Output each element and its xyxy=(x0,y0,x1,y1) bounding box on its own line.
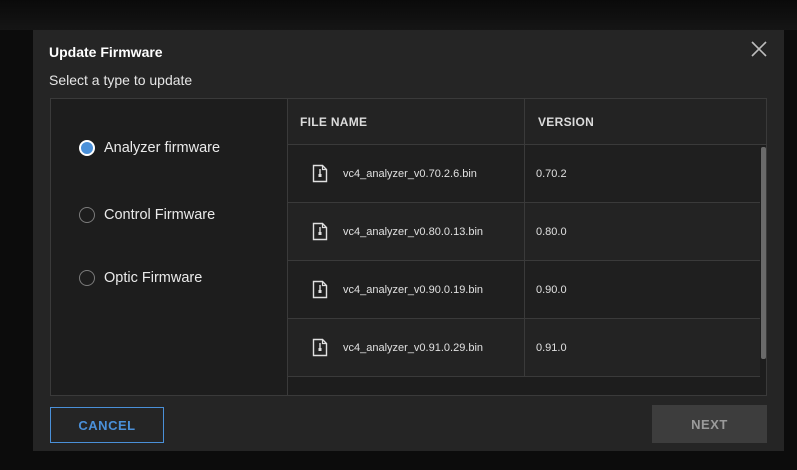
radio-control-firmware[interactable]: Control Firmware xyxy=(79,207,215,223)
column-divider xyxy=(524,319,525,377)
file-icon xyxy=(312,164,328,183)
firmware-file-table: FILE NAME VERSION vc4_analyzer_v0.70.2.6… xyxy=(287,98,767,396)
file-icon xyxy=(312,280,328,299)
file-name: vc4_analyzer_v0.80.0.13.bin xyxy=(343,226,484,238)
radio-unchecked-icon xyxy=(79,207,95,223)
file-icon xyxy=(312,338,328,357)
file-icon xyxy=(312,222,328,241)
radio-label: Control Firmware xyxy=(104,207,216,223)
table-row[interactable]: vc4_analyzer_v0.91.0.29.bin 0.91.0 xyxy=(288,319,762,377)
table-row[interactable]: vc4_analyzer_v0.80.0.13.bin 0.80.0 xyxy=(288,203,762,261)
file-name: vc4_analyzer_v0.90.0.19.bin xyxy=(343,284,484,296)
radio-unchecked-icon xyxy=(79,270,95,286)
radio-label: Analyzer firmware xyxy=(104,140,221,156)
column-divider xyxy=(524,145,525,203)
radio-optic-firmware[interactable]: Optic Firmware xyxy=(79,270,202,286)
background-app-bar xyxy=(0,0,797,30)
file-version: 0.80.0 xyxy=(536,226,567,238)
file-version: 0.90.0 xyxy=(536,284,567,296)
radio-checked-icon xyxy=(79,140,95,156)
file-name: vc4_analyzer_v0.70.2.6.bin xyxy=(343,168,477,180)
update-firmware-dialog: Update Firmware Select a type to update … xyxy=(33,30,784,451)
column-header-file-name: FILE NAME xyxy=(300,115,368,129)
dialog-title: Update Firmware xyxy=(49,44,163,60)
column-divider xyxy=(524,203,525,261)
column-divider xyxy=(524,261,525,319)
radio-analyzer-firmware[interactable]: Analyzer firmware xyxy=(79,140,220,156)
radio-label: Optic Firmware xyxy=(104,270,203,286)
file-version: 0.91.0 xyxy=(536,342,567,354)
next-button[interactable]: NEXT xyxy=(652,405,767,443)
cancel-button[interactable]: CANCEL xyxy=(50,407,164,443)
scrollbar-thumb[interactable] xyxy=(761,147,766,359)
table-row[interactable]: vc4_analyzer_v0.70.2.6.bin 0.70.2 xyxy=(288,145,762,203)
close-icon[interactable] xyxy=(748,38,770,60)
firmware-type-panel: Analyzer firmware Control Firmware Optic… xyxy=(50,98,287,396)
file-name: vc4_analyzer_v0.91.0.29.bin xyxy=(343,342,484,354)
column-header-version: VERSION xyxy=(538,115,595,129)
column-divider xyxy=(524,99,525,145)
dialog-subtitle: Select a type to update xyxy=(49,72,193,88)
file-version: 0.70.2 xyxy=(536,168,567,180)
table-row[interactable]: vc4_analyzer_v0.90.0.19.bin 0.90.0 xyxy=(288,261,762,319)
table-header: FILE NAME VERSION xyxy=(288,99,766,145)
